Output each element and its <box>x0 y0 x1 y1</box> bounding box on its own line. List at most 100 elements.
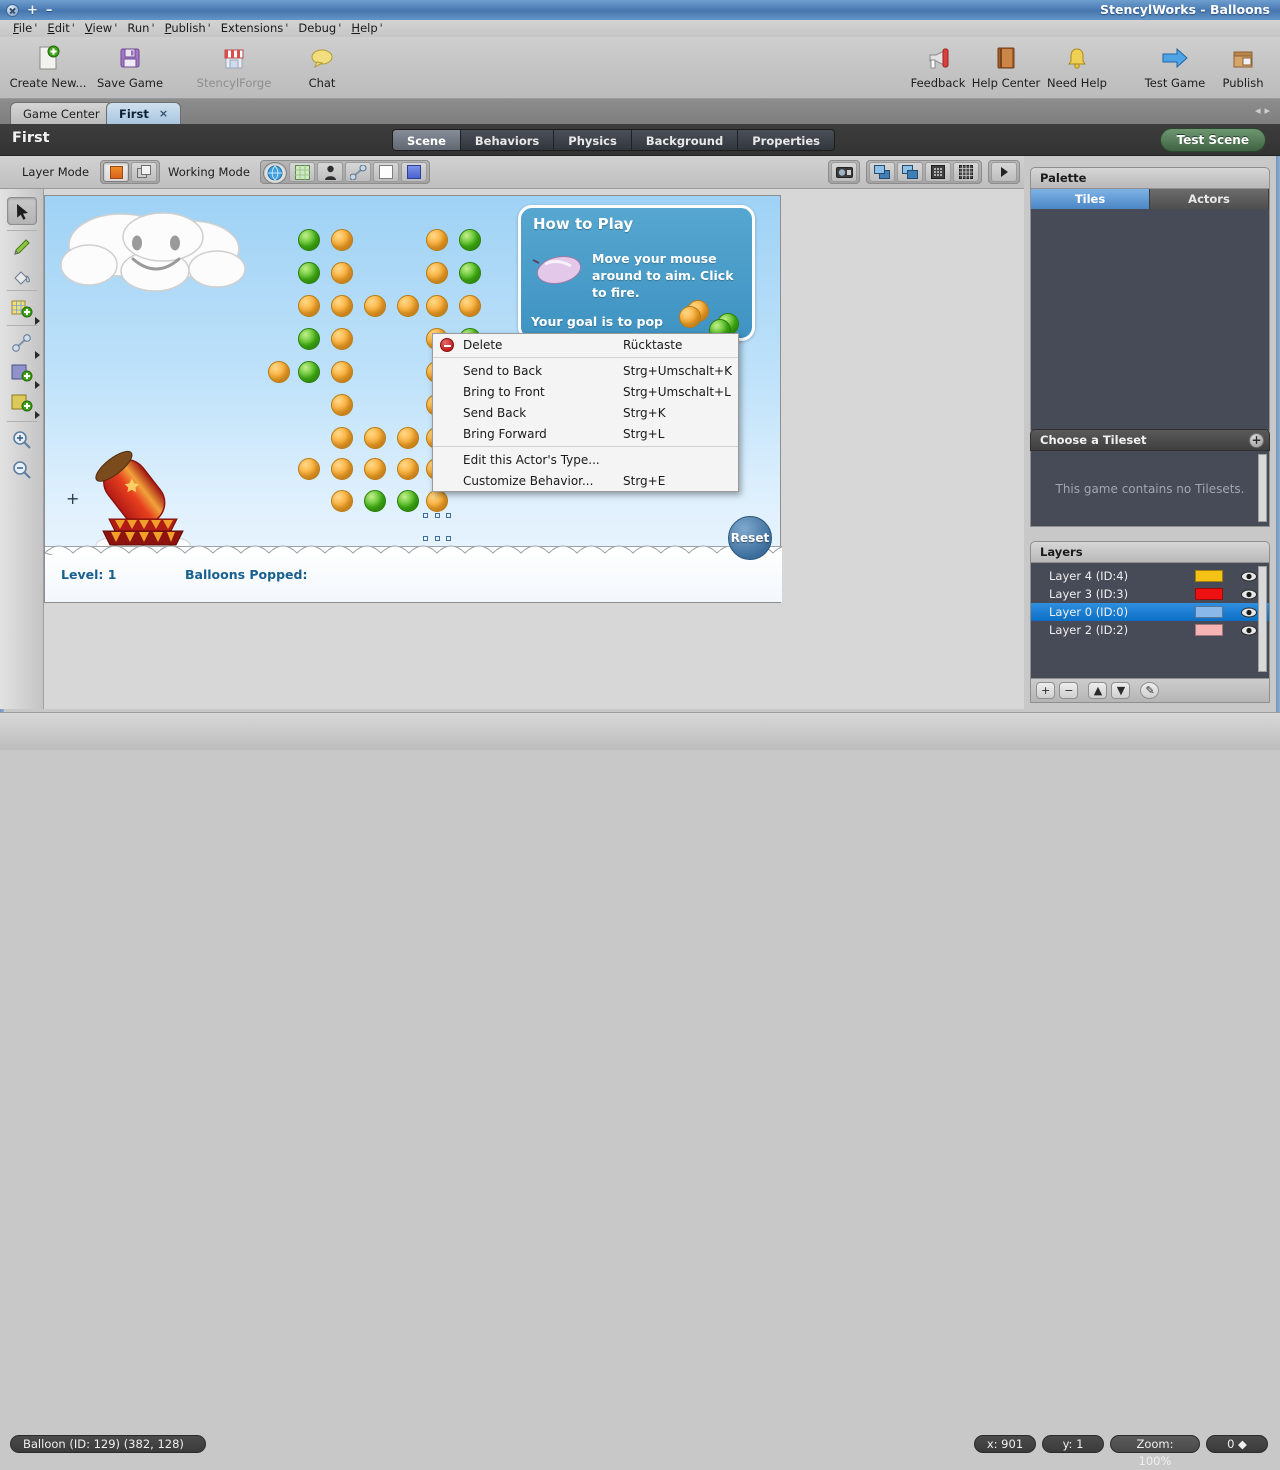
stacked-layers-icon[interactable] <box>131 162 157 182</box>
balloon-actor[interactable] <box>298 262 320 286</box>
balloon-actor[interactable] <box>331 361 353 385</box>
eye-icon[interactable] <box>1241 571 1257 582</box>
balloon-actor[interactable] <box>459 229 481 253</box>
layer-color-swatch[interactable] <box>1195 588 1223 600</box>
joint-tool-icon[interactable] <box>7 329 40 359</box>
test-scene-button[interactable]: Test Scene <box>1159 128 1266 152</box>
add-yellow-terrain-icon[interactable] <box>7 389 40 419</box>
balloon-actor[interactable] <box>331 328 353 352</box>
balloon-actor[interactable] <box>426 229 448 253</box>
edit-layer-button[interactable]: ✎ <box>1140 682 1160 699</box>
balloon-actor[interactable] <box>426 262 448 286</box>
context-menu-item-send-to-back[interactable]: Send to Back Strg+Umschalt+K <box>433 360 738 381</box>
balloon-actor[interactable] <box>331 229 353 253</box>
stencylforge-button[interactable]: StencylForge <box>188 41 280 90</box>
pencil-icon[interactable] <box>7 233 37 261</box>
balloon-actor[interactable] <box>426 295 448 319</box>
remove-layer-button[interactable]: − <box>1059 682 1079 699</box>
balloon-actor[interactable] <box>459 262 481 286</box>
layer-row-4[interactable]: Layer 4 (ID:4) <box>1031 567 1269 585</box>
create-new-button[interactable]: Create New... <box>2 41 94 90</box>
layer-color-swatch[interactable] <box>1195 624 1223 636</box>
balloon-actor[interactable] <box>331 262 353 286</box>
balloon-actor[interactable] <box>397 490 419 514</box>
layer-color-swatch[interactable] <box>1195 606 1223 618</box>
balloon-actor[interactable] <box>397 427 419 451</box>
context-menu-item-bring-forward[interactable]: Bring Forward Strg+L <box>433 423 738 444</box>
move-layer-down-button[interactable]: ▼ <box>1111 682 1131 699</box>
eye-icon[interactable] <box>1241 589 1257 600</box>
tab-actors[interactable]: Actors <box>1150 189 1269 209</box>
tab-first[interactable]: First × <box>106 102 182 124</box>
balloon-actor[interactable] <box>364 458 386 482</box>
balloon-actor[interactable] <box>364 427 386 451</box>
snap-dots-icon[interactable] <box>925 162 951 182</box>
balloon-actor[interactable] <box>298 229 320 253</box>
tab-next-icon[interactable]: ▸ <box>1264 104 1274 117</box>
menu-publish[interactable]: Publish <box>160 20 216 37</box>
tiles-icon[interactable] <box>289 162 315 182</box>
balloon-actor[interactable] <box>364 295 386 319</box>
menu-file[interactable]: File <box>8 20 42 37</box>
plus-icon[interactable]: + <box>27 4 38 17</box>
orange-square-icon[interactable] <box>103 162 129 182</box>
grid-icon[interactable] <box>953 162 979 182</box>
balloon-actor[interactable] <box>331 427 353 451</box>
menu-help[interactable]: Help <box>346 20 387 37</box>
selection-handles[interactable] <box>423 513 451 541</box>
eye-icon[interactable] <box>1241 607 1257 618</box>
balloon-actor[interactable] <box>331 394 353 418</box>
chat-button[interactable]: Chat <box>276 41 368 90</box>
balloon-actor[interactable] <box>364 490 386 514</box>
balloon-actor[interactable] <box>679 306 701 330</box>
joint-icon[interactable] <box>345 162 371 182</box>
globe-icon[interactable] <box>263 162 287 184</box>
menu-view[interactable]: View <box>80 20 122 37</box>
context-menu-item-customize-behavior[interactable]: Customize Behavior... Strg+E <box>433 470 738 491</box>
eye-icon[interactable] <box>1241 625 1257 636</box>
paint-bucket-icon[interactable] <box>7 263 37 291</box>
layers-scrollbar[interactable] <box>1258 566 1267 672</box>
balloon-actor[interactable] <box>298 458 320 482</box>
balloon-actor[interactable] <box>331 458 353 482</box>
scene-canvas[interactable]: + How to Play Move your mouse around to … <box>44 189 1024 709</box>
balloon-actor[interactable] <box>298 295 320 319</box>
actor-icon[interactable] <box>317 162 343 182</box>
add-tile-grid-icon[interactable] <box>7 295 40 325</box>
balloon-actor[interactable] <box>397 295 419 319</box>
tab-tiles[interactable]: Tiles <box>1031 189 1150 209</box>
tab-scroll-controls[interactable]: ◂▸ <box>1255 104 1274 117</box>
layers-list[interactable]: Layer 4 (ID:4) Layer 3 (ID:3) Layer 0 (I… <box>1030 563 1270 679</box>
tab-physics[interactable]: Physics <box>554 130 632 150</box>
camera-icon[interactable] <box>831 162 857 182</box>
tab-behaviors[interactable]: Behaviors <box>460 130 555 150</box>
menu-edit[interactable]: Edit <box>42 20 79 37</box>
add-layer-button[interactable]: + <box>1036 682 1056 699</box>
context-menu-item-bring-to-front[interactable]: Bring to Front Strg+Umschalt+L <box>433 381 738 402</box>
save-game-button[interactable]: Save Game <box>84 41 176 90</box>
balloon-actor[interactable] <box>459 295 481 319</box>
layer-back-icon[interactable] <box>897 162 923 182</box>
layer-front-icon[interactable] <box>869 162 895 182</box>
layer-color-swatch[interactable] <box>1195 570 1223 582</box>
tab-scene[interactable]: Scene <box>393 130 461 150</box>
balloon-actor[interactable] <box>331 490 353 514</box>
tab-properties[interactable]: Properties <box>738 130 835 150</box>
blue-region-icon[interactable] <box>401 162 427 182</box>
publish-button[interactable]: Publish <box>1197 41 1280 90</box>
balloon-actor[interactable] <box>331 295 353 319</box>
plus-icon[interactable]: + <box>1249 433 1264 448</box>
close-icon[interactable] <box>6 3 19 17</box>
menu-extensions[interactable]: Extensions <box>216 20 294 37</box>
balloon-actor[interactable] <box>397 458 419 482</box>
tileset-scrollbar[interactable] <box>1258 454 1267 522</box>
menu-debug[interactable]: Debug <box>293 20 346 37</box>
context-menu-item-delete[interactable]: Delete Rücktaste <box>433 334 738 355</box>
balloon-actor[interactable] <box>298 361 320 385</box>
balloon-actor[interactable] <box>268 361 290 385</box>
white-region-icon[interactable] <box>373 162 399 182</box>
layer-row-3[interactable]: Layer 3 (ID:3) <box>1031 585 1269 603</box>
layer-row-2[interactable]: Layer 2 (ID:2) <box>1031 621 1269 639</box>
tileset-panel-body[interactable]: This game contains no Tilesets. <box>1030 451 1270 527</box>
tab-game-center[interactable]: Game Center <box>10 102 113 124</box>
